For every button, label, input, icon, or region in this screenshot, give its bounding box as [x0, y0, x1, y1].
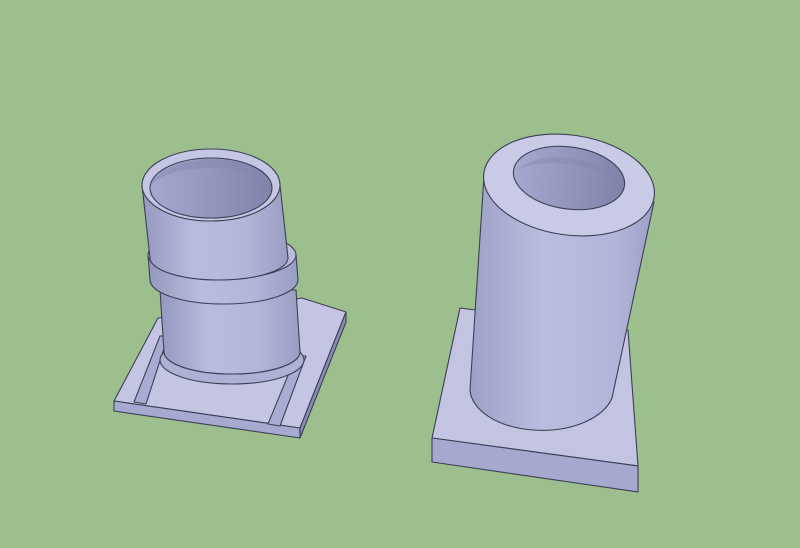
stepped-cylinder-on-base[interactable]: [113, 148, 347, 439]
upper-cylinder: [141, 148, 289, 281]
scene-canvas[interactable]: [0, 0, 800, 548]
tube-on-base[interactable]: [431, 124, 661, 493]
3d-viewport[interactable]: [0, 0, 800, 548]
